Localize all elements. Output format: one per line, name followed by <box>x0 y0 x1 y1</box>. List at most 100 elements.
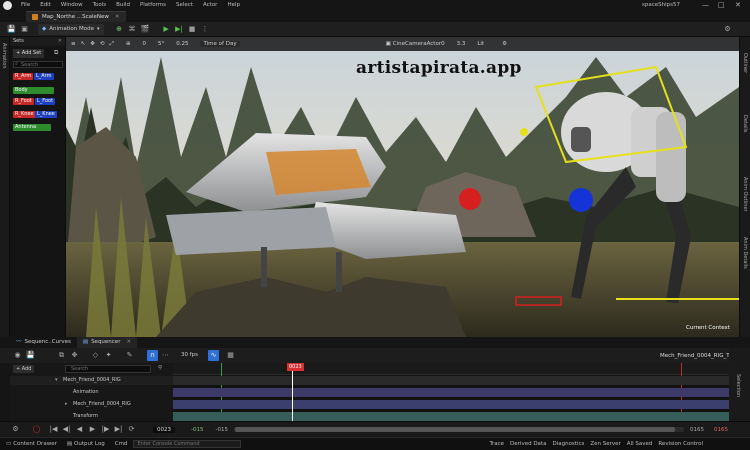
minimize-icon[interactable]: — <box>702 0 709 11</box>
close-icon[interactable]: ✕ <box>735 0 741 11</box>
content-drawer-button[interactable]: Content Drawer <box>13 441 57 447</box>
menu-help[interactable]: Help <box>222 0 245 11</box>
curve-editor-icon[interactable]: ▦ <box>225 350 236 361</box>
outliner-side-tab[interactable]: Outliner <box>742 53 748 75</box>
camera-speed-value[interactable]: 3.3 <box>457 41 466 47</box>
revision-control-button[interactable]: Revision Control <box>658 441 703 447</box>
more-options-icon[interactable]: ⋮ <box>200 24 211 35</box>
edit-icon[interactable]: ✎ <box>124 350 135 361</box>
rig-component-section-bar[interactable] <box>173 400 729 409</box>
add-track-button[interactable]: + Add <box>13 365 35 373</box>
camera-lock-icon[interactable]: ✥ <box>69 350 80 361</box>
anim-outliner-side-tab[interactable]: Anim Outliner <box>742 177 748 214</box>
end-frame-field[interactable]: 0165 <box>714 427 728 433</box>
menu-build[interactable]: Build <box>111 0 135 11</box>
save-sequence-icon[interactable]: 💾 <box>25 350 36 361</box>
play-reverse-icon[interactable]: ◀ <box>74 424 85 435</box>
menu-actor[interactable]: Actor <box>198 0 222 11</box>
expand-icon[interactable]: ▾ <box>55 376 58 385</box>
anim-details-side-tab[interactable]: Anim Details <box>742 237 748 271</box>
sequencer-search-input[interactable] <box>65 365 151 373</box>
playback-options-icon[interactable]: ∿ <box>208 350 220 361</box>
unreal-logo-icon[interactable] <box>3 1 12 10</box>
set-chip-r-arm[interactable]: R_Arm <box>13 73 34 80</box>
view-start-field[interactable]: -015 <box>215 427 227 433</box>
stop-icon[interactable]: ■ <box>187 24 198 35</box>
set-chip-r-knee[interactable]: R_Knee <box>13 111 36 118</box>
menu-tools[interactable]: Tools <box>88 0 112 11</box>
diagnostics-button[interactable]: Diagnostics <box>552 441 584 447</box>
start-frame-field[interactable]: -015 <box>191 427 203 433</box>
transport-play-icon[interactable]: ▶ <box>87 424 98 435</box>
menu-platforms[interactable]: Platforms <box>135 0 171 11</box>
track-row-rig-component[interactable]: ▸ Mech_Friend_0004_RIG <box>10 400 173 409</box>
save-icon[interactable]: 💾 <box>6 24 17 35</box>
tab-sequencer-curves[interactable]: 〰 Sequenc..Curves <box>10 337 77 348</box>
track-row-animation[interactable]: Animation <box>10 388 173 397</box>
browse-icon[interactable]: ▣ <box>19 24 30 35</box>
sequencer-timeline[interactable]: 0023 <box>173 363 729 421</box>
world-local-icon[interactable]: ⊕ <box>126 41 131 47</box>
loop-icon[interactable]: ⟳ <box>126 424 137 435</box>
rig-actor-track-bar[interactable] <box>173 376 729 385</box>
select-tool-icon[interactable]: ↖ <box>81 41 86 47</box>
time-of-day-button[interactable]: Time of Day <box>200 41 240 47</box>
filter-icon[interactable]: ⚲ <box>158 365 162 371</box>
animation-section-bar[interactable] <box>173 388 729 397</box>
play-icon[interactable]: ▶ <box>161 24 172 35</box>
maximize-icon[interactable]: □ <box>718 0 725 11</box>
menu-edit[interactable]: Edit <box>35 0 56 11</box>
cinematics-icon[interactable]: 🎬 <box>140 24 151 35</box>
set-chip-l-knee[interactable]: L_Knee <box>35 111 57 118</box>
all-saved-button[interactable]: All Saved <box>627 441 653 447</box>
add-actor-icon[interactable]: ⊕ <box>114 24 125 35</box>
snap-icon[interactable]: ∩ <box>147 350 158 361</box>
show-flags-icon[interactable]: ⚙ <box>502 41 507 47</box>
playhead-marker[interactable]: 0023 <box>287 363 304 371</box>
key-icon[interactable]: ◇ <box>90 350 101 361</box>
timeline-scrollbar-thumb[interactable] <box>234 427 675 432</box>
jump-end-icon[interactable]: ▶| <box>113 424 124 435</box>
zen-server-button[interactable]: Zen Server <box>590 441 620 447</box>
step-icon[interactable]: ▶| <box>174 24 185 35</box>
derived-data-button[interactable]: Derived Data <box>510 441 546 447</box>
details-side-tab[interactable]: Details <box>742 115 748 134</box>
grid-snap-value[interactable]: 0 <box>142 41 146 47</box>
menu-select[interactable]: Select <box>171 0 198 11</box>
console-command-input[interactable] <box>133 440 242 448</box>
fps-dropdown[interactable]: 30 fps <box>177 350 202 361</box>
track-row-rig-actor[interactable]: ▾ Mech_Friend_0004_RIG <box>10 376 173 385</box>
set-chip-antenna[interactable]: Antenna <box>13 124 51 131</box>
tab-sequencer[interactable]: ▤ Sequencer ✕ <box>76 337 138 348</box>
camera-dropdown[interactable]: CineCameraActor0 <box>393 41 445 47</box>
rotate-tool-icon[interactable]: ⟲ <box>100 41 105 47</box>
loop-settings-icon[interactable]: ⚙ <box>10 424 21 435</box>
expand-icon[interactable]: ▸ <box>65 400 68 409</box>
time-ruler[interactable] <box>173 363 729 375</box>
step-forward-icon[interactable]: |▶ <box>100 424 111 435</box>
step-back-icon[interactable]: ◀| <box>61 424 72 435</box>
set-chip-r-foot[interactable]: R_Foot <box>13 98 34 105</box>
tab-close-icon[interactable]: ✕ <box>115 12 120 23</box>
menu-window[interactable]: Window <box>56 0 88 11</box>
trace-dropdown[interactable]: Trace <box>489 441 504 447</box>
track-row-transform[interactable]: Transform <box>10 412 173 421</box>
rotation-snap-value[interactable]: 5° <box>158 41 164 47</box>
tab-level[interactable]: Map_Northe ...ScaleNew ✕ <box>26 11 126 22</box>
add-set-button[interactable]: + Add Set <box>13 49 45 58</box>
view-mode-dropdown[interactable]: Lit <box>477 41 484 47</box>
timeline-scrollbar[interactable] <box>233 427 684 432</box>
selection-side-tab[interactable]: Selection <box>735 374 741 399</box>
scale-snap-value[interactable]: 0.25 <box>176 41 188 47</box>
output-log-button[interactable]: Output Log <box>74 441 105 447</box>
transform-section-bar[interactable] <box>173 412 729 421</box>
set-chip-l-arm[interactable]: L_Arm <box>34 73 54 80</box>
sets-close-icon[interactable]: ✕ <box>58 37 62 46</box>
render-icon[interactable]: ⧉ <box>56 350 67 361</box>
move-tool-icon[interactable]: ✥ <box>90 41 95 47</box>
sequence-menu-icon[interactable]: ◉ <box>12 350 23 361</box>
animation-side-tab[interactable]: Animation <box>1 43 7 71</box>
blueprint-icon[interactable]: ⌘ <box>127 24 138 35</box>
current-frame-field[interactable]: 0023 <box>153 426 175 433</box>
viewport-menu-icon[interactable]: ≡ <box>71 41 76 47</box>
